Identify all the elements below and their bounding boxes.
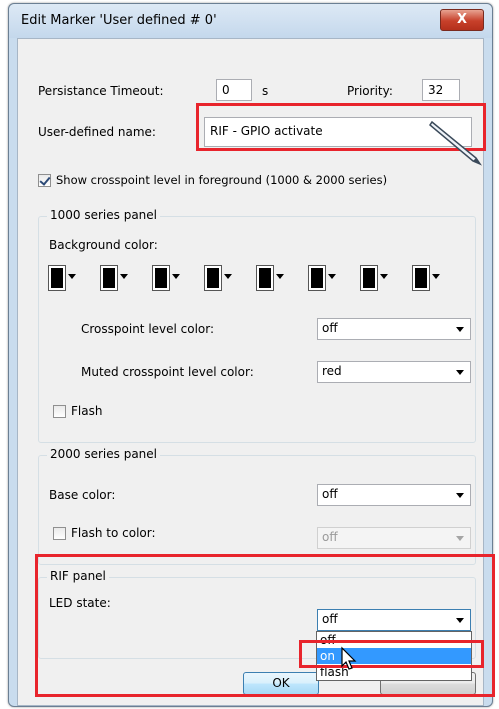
flash-label: Flash: [71, 404, 103, 418]
title-bar[interactable]: Edit Marker 'User defined # 0' X: [9, 4, 492, 38]
chevron-down-icon: [68, 274, 76, 279]
chevron-down-icon: [380, 274, 388, 279]
panel-1000-series: 1000 series panel Background color: Cros…: [38, 208, 477, 443]
mouse-cursor-icon: [341, 646, 357, 670]
user-defined-name-label: User-defined name:: [38, 125, 156, 139]
color-swatch-button[interactable]: [307, 263, 349, 291]
chevron-down-icon: [456, 536, 464, 541]
highlight-on-option: [299, 640, 484, 668]
background-color-label: Background color:: [49, 238, 158, 252]
persistance-unit-label: s: [262, 84, 269, 98]
panel-2000-series: 2000 series panel Base color: off Flash …: [38, 447, 476, 565]
crosspoint-level-color-value: off: [322, 321, 338, 335]
show-crosspoint-label: Show crosspoint level in foreground (100…: [56, 173, 388, 187]
chevron-down-icon: [456, 493, 464, 498]
priority-label: Priority:: [347, 84, 393, 98]
chevron-down-icon: [224, 274, 232, 279]
show-crosspoint-checkbox[interactable]: [38, 174, 51, 187]
crosspoint-level-color-select[interactable]: off: [317, 318, 471, 340]
background-color-swatches: [47, 263, 477, 291]
color-swatch-button[interactable]: [151, 263, 193, 291]
chevron-down-icon: [432, 274, 440, 279]
color-swatch-button[interactable]: [359, 263, 401, 291]
pen-icon: [429, 120, 483, 166]
flash-to-color-value: off: [322, 530, 338, 544]
window-title: Edit Marker 'User defined # 0': [21, 13, 217, 28]
color-swatch-button[interactable]: [47, 263, 89, 291]
flash-to-color-checkbox[interactable]: [53, 527, 66, 540]
close-button[interactable]: X: [440, 9, 484, 31]
muted-crosspoint-color-label: Muted crosspoint level color:: [81, 365, 254, 379]
chevron-down-icon: [276, 274, 284, 279]
color-swatch-button[interactable]: [411, 263, 453, 291]
muted-crosspoint-color-select[interactable]: red: [317, 361, 471, 383]
chevron-down-icon: [120, 274, 128, 279]
priority-input[interactable]: 32: [422, 79, 460, 101]
chevron-down-icon: [172, 274, 180, 279]
base-color-value: off: [322, 487, 338, 501]
persistance-label: Persistance Timeout:: [38, 84, 164, 98]
flash-checkbox[interactable]: [53, 405, 66, 418]
crosspoint-level-color-label: Crosspoint level color:: [81, 322, 215, 336]
flash-to-color-label: Flash to color:: [71, 526, 156, 540]
base-color-label: Base color:: [49, 488, 116, 502]
color-swatch-button[interactable]: [203, 263, 245, 291]
muted-crosspoint-color-value: red: [322, 364, 342, 378]
base-color-select[interactable]: off: [317, 484, 471, 506]
chevron-down-icon: [456, 327, 464, 332]
chevron-down-icon: [328, 274, 336, 279]
chevron-down-icon: [456, 370, 464, 375]
highlight-rif-panel: [35, 554, 495, 697]
flash-to-color-select: off: [317, 527, 471, 549]
color-swatch-button[interactable]: [99, 263, 141, 291]
persistance-timeout-input[interactable]: 0: [216, 79, 252, 101]
panel-2000-title: 2000 series panel: [47, 447, 160, 461]
panel-1000-title: 1000 series panel: [47, 208, 160, 222]
color-swatch-button[interactable]: [255, 263, 297, 291]
